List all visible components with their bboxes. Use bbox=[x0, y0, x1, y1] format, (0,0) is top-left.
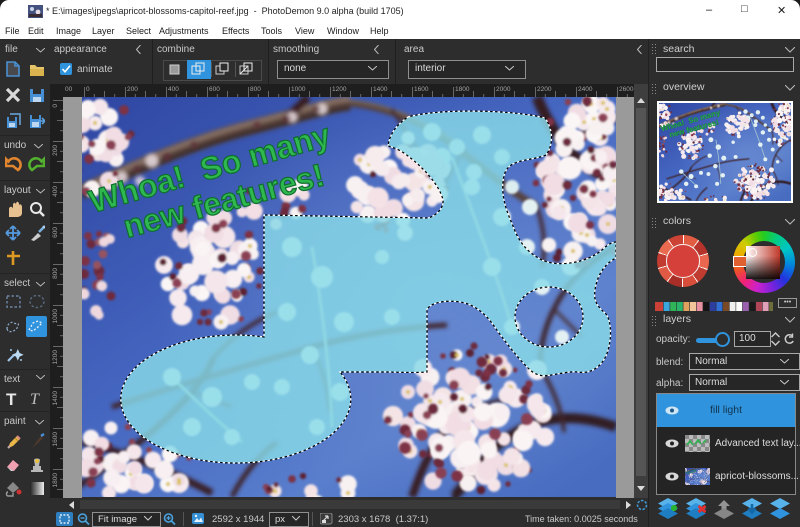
svg-text:800: 800 bbox=[52, 268, 59, 279]
svg-text:800: 800 bbox=[250, 86, 261, 93]
svg-text:400: 400 bbox=[168, 86, 179, 93]
svg-text:200: 200 bbox=[127, 86, 138, 93]
svg-text:0: 0 bbox=[52, 104, 59, 108]
svg-text:200: 200 bbox=[52, 145, 59, 156]
svg-text:2400: 2400 bbox=[578, 86, 593, 93]
svg-text:1400: 1400 bbox=[373, 86, 388, 93]
svg-text:1800: 1800 bbox=[455, 86, 470, 93]
svg-text:1000: 1000 bbox=[291, 86, 306, 93]
svg-text:1200: 1200 bbox=[332, 86, 347, 93]
svg-text:2600: 2600 bbox=[619, 86, 634, 93]
svg-text:1800: 1800 bbox=[52, 473, 59, 488]
svg-text:600: 600 bbox=[52, 227, 59, 238]
svg-text:00: 00 bbox=[65, 86, 73, 93]
svg-text:2000: 2000 bbox=[496, 86, 511, 93]
svg-text:600: 600 bbox=[209, 86, 220, 93]
svg-text:400: 400 bbox=[52, 186, 59, 197]
svg-text:1600: 1600 bbox=[414, 86, 429, 93]
svg-text:0: 0 bbox=[86, 86, 90, 93]
svg-text:1000: 1000 bbox=[52, 309, 59, 324]
svg-text:1400: 1400 bbox=[52, 391, 59, 406]
svg-text:1600: 1600 bbox=[52, 432, 59, 447]
svg-text:1200: 1200 bbox=[52, 350, 59, 365]
svg-text:2200: 2200 bbox=[537, 86, 552, 93]
